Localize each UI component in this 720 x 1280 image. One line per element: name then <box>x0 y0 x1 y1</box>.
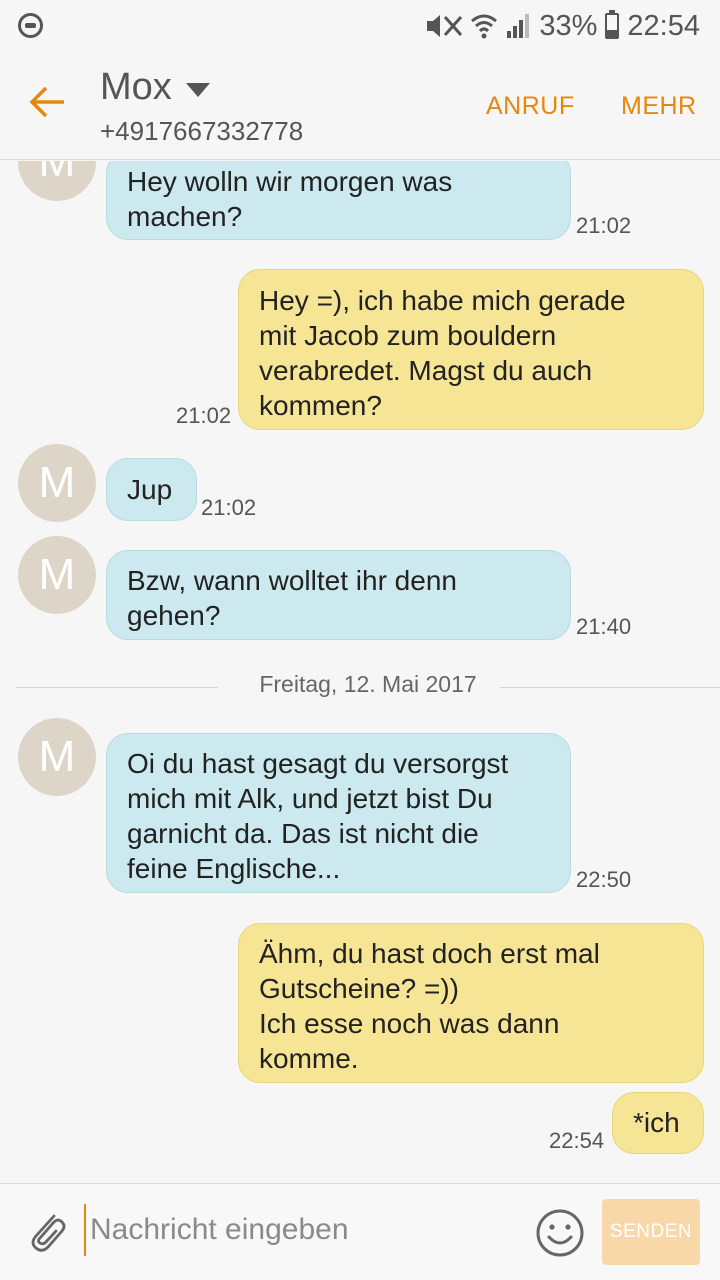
message-line: Gutscheine? =)) <box>259 973 459 1004</box>
battery-icon <box>605 10 620 39</box>
emoji-icon[interactable] <box>535 1208 585 1258</box>
notification-icon <box>18 13 43 38</box>
incoming-message-bubble[interactable]: Hey wolln wir morgen was machen? <box>106 161 571 240</box>
paperclip-icon[interactable] <box>24 1206 68 1256</box>
battery-percent: 33% <box>539 9 598 42</box>
mute-icon <box>427 15 463 37</box>
status-icons: 33% 22:54 <box>425 6 700 46</box>
message-line: machen? <box>127 201 243 232</box>
message-line: *ich <box>633 1107 680 1138</box>
message-line: Jup <box>127 474 173 505</box>
message-composer: SENDEN <box>0 1183 720 1280</box>
contact-number: +4917667332778 <box>100 116 304 146</box>
message-time: 22:50 <box>576 867 632 892</box>
message-line: Hey =), ich habe mich gerade <box>259 285 626 316</box>
message-time: 21:02 <box>176 403 232 428</box>
date-separator: Freitag, 12. Mai 2017 <box>16 671 720 703</box>
message-line: verabredet. Magst du auch <box>259 355 593 386</box>
back-arrow-icon[interactable] <box>26 80 70 124</box>
message-time: 22:54 <box>549 1128 605 1153</box>
message-line: Hey wolln wir morgen was <box>127 166 453 197</box>
send-button[interactable]: SENDEN <box>602 1199 700 1265</box>
clock: 22:54 <box>627 9 700 42</box>
incoming-message-bubble[interactable]: Bzw, wann wolltet ihr denn gehen? <box>106 550 571 640</box>
message-line: kommen? <box>259 390 382 421</box>
wifi-icon <box>471 14 498 39</box>
message-line: Oi du hast gesagt du versorgst <box>127 748 509 779</box>
message-line: Ähm, du hast doch erst mal <box>259 938 600 969</box>
divider <box>500 687 720 688</box>
contact-name-dropdown[interactable]: Mox <box>100 66 210 109</box>
outgoing-message-bubble[interactable]: Hey =), ich habe mich gerade mit Jacob z… <box>238 269 704 430</box>
message-line: garnicht da. Das ist nicht die <box>127 818 479 849</box>
message-input[interactable] <box>84 1204 514 1256</box>
conversation-header: Mox +4917667332778 ANRUF MEHR <box>0 52 720 160</box>
signal-icon <box>507 14 530 38</box>
status-bar: 33% 22:54 <box>0 0 720 52</box>
message-time: 21:02 <box>576 213 632 238</box>
message-line: Bzw, wann wolltet ihr denn <box>127 565 457 596</box>
contact-avatar[interactable]: M <box>18 536 96 614</box>
date-label: Freitag, 12. Mai 2017 <box>259 671 477 697</box>
more-button[interactable]: MEHR <box>621 92 697 121</box>
message-line: mit Jacob zum bouldern <box>259 320 557 351</box>
message-line: Ich esse noch was dann <box>259 1008 560 1039</box>
incoming-message-bubble[interactable]: Oi du hast gesagt du versorgst mich mit … <box>106 733 571 893</box>
incoming-message-bubble[interactable]: Jup <box>106 458 197 521</box>
message-list[interactable]: M Hey wolln wir morgen was machen? 21:02… <box>0 161 720 1183</box>
contact-avatar[interactable]: M <box>18 718 96 796</box>
message-line: mich mit Alk, und jetzt bist Du <box>127 783 493 814</box>
outgoing-message-bubble[interactable]: *ich <box>612 1092 704 1154</box>
battery-level <box>607 29 618 37</box>
contact-avatar[interactable]: M <box>18 444 96 522</box>
call-button[interactable]: ANRUF <box>486 92 575 121</box>
dropdown-triangle-icon <box>185 82 210 97</box>
message-line: komme. <box>259 1043 359 1074</box>
message-line: gehen? <box>127 600 221 631</box>
outgoing-message-bubble[interactable]: Ähm, du hast doch erst mal Gutscheine? =… <box>238 923 704 1083</box>
contact-name: Mox <box>100 66 172 108</box>
contact-avatar[interactable]: M <box>18 161 96 201</box>
message-time: 21:40 <box>576 614 632 639</box>
message-time: 21:02 <box>201 495 257 520</box>
message-line: feine Englische... <box>127 853 341 884</box>
